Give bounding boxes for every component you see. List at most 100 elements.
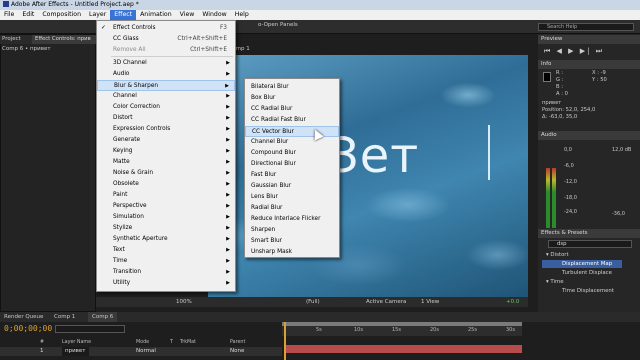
audio-meter: 0,0 12,0 dB -6,0 -12,0 -18,0 -24,0 -36,0: [542, 143, 638, 228]
camera-select[interactable]: Active Camera: [366, 297, 406, 307]
effects-tree-item[interactable]: ▾ Time: [542, 278, 564, 286]
layer-duration-bar[interactable]: [284, 345, 522, 353]
menu-composition[interactable]: Composition: [38, 10, 85, 20]
current-time-indicator[interactable]: [284, 322, 286, 360]
blur-item-cc-radial-fast-blur[interactable]: CC Radial Fast Blur: [245, 115, 339, 126]
timeline-search-input[interactable]: [55, 325, 125, 333]
effects-tree-item-selected[interactable]: Displacement Map: [542, 260, 623, 268]
timeline-layer-row[interactable]: 1 привет Normal None: [0, 347, 282, 356]
effect-menu-item-audio[interactable]: Audio ▶: [97, 69, 235, 80]
effects-tree-item[interactable]: ▾ Distort: [542, 251, 569, 259]
layer-mode-select[interactable]: Normal: [136, 347, 156, 356]
effect-menu-item-matte[interactable]: Matte ▶: [97, 157, 235, 168]
menu-item-shortcut: Ctrl+Alt+Shift+E: [177, 36, 227, 42]
effect-menu-item-paint[interactable]: Paint ▶: [97, 190, 235, 201]
menu-view[interactable]: View: [176, 10, 199, 20]
tab-project[interactable]: Project: [2, 35, 21, 44]
effect-menu-item-noise-grain[interactable]: Noise & Grain ▶: [97, 168, 235, 179]
submenu-arrow-icon: ▶: [226, 236, 230, 242]
effect-menu-item-expression-controls[interactable]: Expression Controls ▶: [97, 124, 235, 135]
zoom-select[interactable]: 100%: [176, 297, 192, 307]
text-cursor-line: [488, 125, 490, 180]
menu-item-label: Utility: [113, 280, 131, 286]
effects-tree-item[interactable]: Turbulent Displace: [542, 269, 612, 277]
ruler-tick-label: 5s: [316, 327, 322, 333]
preview-panel-title[interactable]: Preview: [538, 35, 640, 44]
submenu-arrow-icon: ▶: [226, 181, 230, 187]
menu-help[interactable]: Help: [231, 10, 253, 20]
menu-file[interactable]: File: [0, 10, 18, 20]
effect-menu-item-distort[interactable]: Distort ▶: [97, 113, 235, 124]
effects-search-input[interactable]: dsp: [548, 240, 632, 248]
work-area-bar[interactable]: [282, 322, 522, 326]
effect-menu-item-obsolete[interactable]: Obsolete ▶: [97, 179, 235, 190]
effect-menu-item-perspective[interactable]: Perspective ▶: [97, 201, 235, 212]
menu-layer[interactable]: Layer: [85, 10, 110, 20]
menu-item-label: CC Glass: [113, 36, 139, 42]
effect-menu-item-stylize[interactable]: Stylize ▶: [97, 223, 235, 234]
blur-item-bilateral-blur[interactable]: Bilateral Blur: [245, 82, 339, 93]
effect-menu-item-color-correction[interactable]: Color Correction ▶: [97, 102, 235, 113]
menu-effect[interactable]: Effect: [110, 10, 137, 20]
blur-item-reduce-interlace-flicker[interactable]: Reduce Interlace Flicker: [245, 214, 339, 225]
menu-edit[interactable]: Edit: [18, 10, 38, 20]
effect-menu-item-synthetic-aperture[interactable]: Synthetic Aperture ▶: [97, 234, 235, 245]
effect-menu-item-effect-controls[interactable]: ✓ Effect Controls F3: [97, 23, 235, 34]
audio-scale-label: -12,0: [564, 179, 577, 185]
layer-parent-select[interactable]: None: [230, 347, 244, 356]
blur-item-fast-blur[interactable]: Fast Blur: [245, 170, 339, 181]
menu-item-label: Matte: [113, 159, 130, 165]
effect-menu-item-transition[interactable]: Transition ▶: [97, 267, 235, 278]
menu-item-label: 3D Channel: [113, 60, 147, 66]
blur-item-compound-blur[interactable]: Compound Blur: [245, 148, 339, 159]
effect-menu-item-generate[interactable]: Generate ▶: [97, 135, 235, 146]
effect-menu-item-text[interactable]: Text ▶: [97, 245, 235, 256]
comp-layer-row[interactable]: Comp 6 • привет: [2, 46, 51, 52]
timecode-display[interactable]: 0;00;00;00: [4, 324, 52, 333]
blur-item-radial-blur[interactable]: Radial Blur: [245, 203, 339, 214]
effects-presets-title[interactable]: Effects & Presets: [538, 229, 640, 238]
info-line: X : -9: [592, 70, 606, 76]
resolution-select[interactable]: (Full): [306, 297, 320, 307]
preview-controls[interactable]: ⏮ ◀ ▶ ▶| ⏭: [544, 47, 604, 56]
blur-item-gaussian-blur[interactable]: Gaussian Blur: [245, 181, 339, 192]
column-header: Layer Name: [62, 340, 92, 345]
views-select[interactable]: 1 View: [421, 297, 439, 307]
effect-menu-item-simulation[interactable]: Simulation ▶: [97, 212, 235, 223]
blur-item-box-blur[interactable]: Box Blur: [245, 93, 339, 104]
effect-menu-item-3d-channel[interactable]: 3D Channel ▶: [97, 58, 235, 69]
layer-name[interactable]: привет: [62, 347, 89, 356]
menu-window[interactable]: Window: [198, 10, 230, 20]
submenu-arrow-icon: ▶: [226, 159, 230, 165]
timeline-tab-comp-1[interactable]: Comp 1: [54, 312, 75, 322]
blur-item-cc-vector-blur[interactable]: CC Vector Blur: [245, 126, 339, 137]
effect-menu-item-blur-sharpen[interactable]: Blur & Sharpen ▶: [97, 80, 235, 91]
menu-animation[interactable]: Animation: [136, 10, 176, 20]
blur-item-channel-blur[interactable]: Channel Blur: [245, 137, 339, 148]
window-title-bar: Adobe After Effects - Untitled Project.a…: [0, 0, 640, 10]
effect-menu-item-cc-glass[interactable]: CC Glass Ctrl+Alt+Shift+E: [97, 34, 235, 45]
blur-item-unsharp-mask[interactable]: Unsharp Mask: [245, 247, 339, 258]
blur-item-cc-radial-blur[interactable]: CC Radial Blur: [245, 104, 339, 115]
blur-item-smart-blur[interactable]: Smart Blur: [245, 236, 339, 247]
blur-item-directional-blur[interactable]: Directional Blur: [245, 159, 339, 170]
effect-menu-item-keying[interactable]: Keying ▶: [97, 146, 235, 157]
blur-item-sharpen[interactable]: Sharpen: [245, 225, 339, 236]
tab-effect-controls[interactable]: Effect Controls: прив: [32, 35, 96, 44]
workspace-label[interactable]: o-Open Panels: [258, 22, 298, 28]
timeline-column-headers: # Layer Name Mode T TrkMat Parent: [0, 340, 282, 347]
blur-item-lens-blur[interactable]: Lens Blur: [245, 192, 339, 203]
search-help-input[interactable]: Search Help: [538, 23, 634, 31]
audio-scale-label: -6,0: [564, 163, 574, 169]
timeline-tab-comp-6[interactable]: Comp 6: [88, 312, 118, 322]
window-title: Adobe After Effects - Untitled Project.a…: [11, 1, 139, 8]
effect-menu-item-utility[interactable]: Utility ▶: [97, 278, 235, 289]
exposure-value[interactable]: +0.0: [506, 297, 519, 307]
effect-menu-item-remove-all[interactable]: Remove All Ctrl+Shift+E: [97, 45, 235, 56]
effect-menu-item-time[interactable]: Time ▶: [97, 256, 235, 267]
effects-tree-item[interactable]: Time Displacement: [542, 287, 614, 295]
timeline-tab-render-queue[interactable]: Render Queue: [4, 312, 43, 322]
audio-panel-title[interactable]: Audio: [538, 131, 640, 140]
info-panel-title[interactable]: Info: [538, 60, 640, 69]
effect-menu-item-channel[interactable]: Channel ▶: [97, 91, 235, 102]
